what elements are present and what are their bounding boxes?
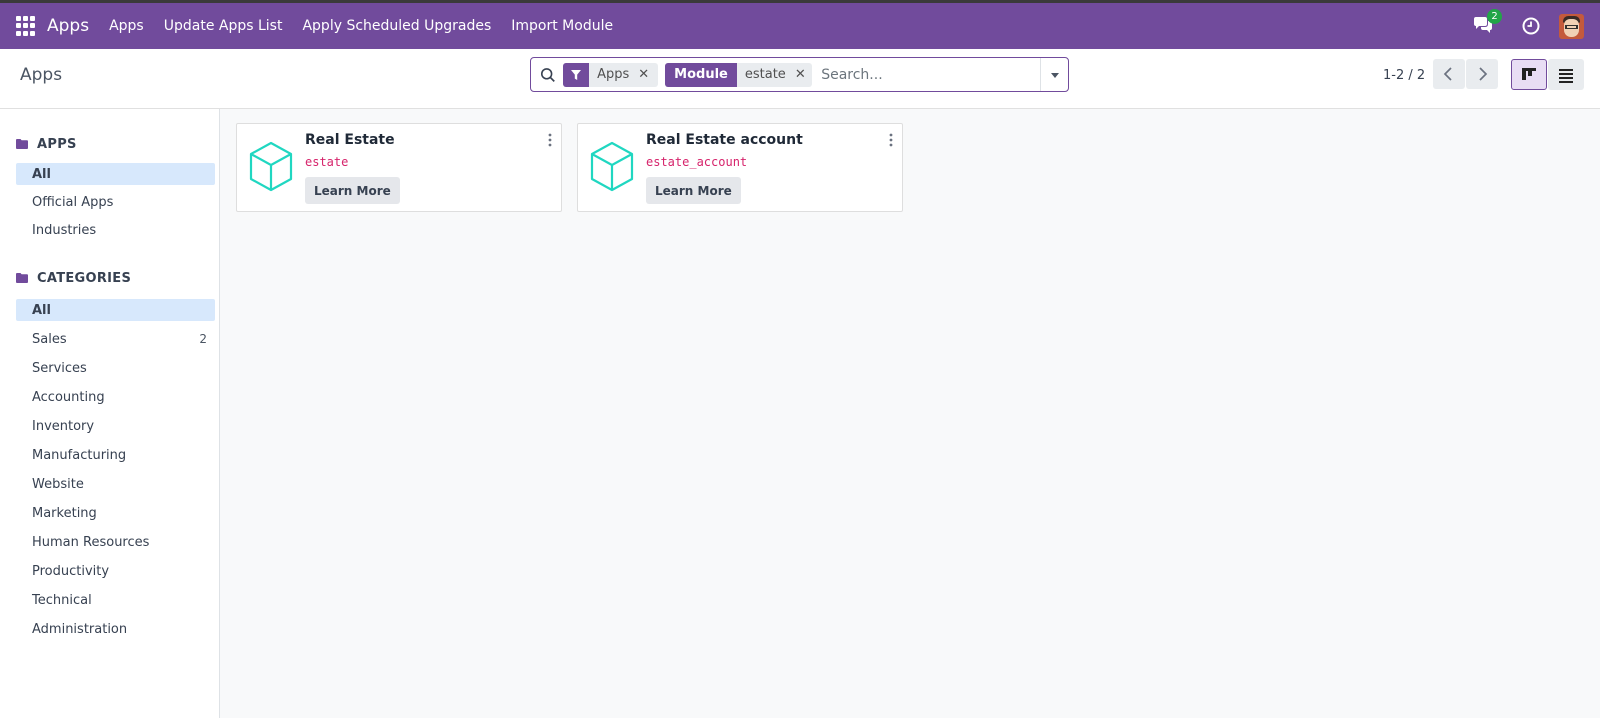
sidebar-item-administration[interactable]: Administration <box>16 618 215 640</box>
page-title: Apps <box>20 65 63 85</box>
sidebar-item-label: Inventory <box>32 418 95 434</box>
sidebar-item-label: Productivity <box>32 563 110 579</box>
sidebar-item-inventory[interactable]: Inventory <box>16 415 215 437</box>
card-menu-icon[interactable] <box>885 132 897 148</box>
apps-section-header: APPS <box>16 135 77 153</box>
chevron-right-icon <box>1479 67 1488 81</box>
menu-import-module[interactable]: Import Module <box>511 18 613 34</box>
kanban-icon <box>1522 68 1536 80</box>
sidebar-item-label: All <box>32 302 51 318</box>
search-input[interactable] <box>814 61 1041 88</box>
pager-previous-button[interactable] <box>1433 59 1465 89</box>
module-title: Real Estate <box>305 132 395 148</box>
folder-icon <box>16 139 28 149</box>
main-navbar: Apps Apps Update Apps List Apply Schedul… <box>0 0 1600 49</box>
sidebar-item-label: Administration <box>32 621 128 637</box>
sidebar-item-label: Accounting <box>32 389 105 405</box>
control-panel: Apps Apps ✕ Module estate ✕ 1-2 / 2 <box>0 49 1600 109</box>
list-icon <box>1559 69 1573 83</box>
search-options-toggle[interactable] <box>1040 58 1068 91</box>
sidebar-item-industries[interactable]: Industries <box>16 219 215 241</box>
avatar-glasses <box>1565 24 1578 29</box>
sidebar-item-label: Human Resources <box>32 534 150 550</box>
clock-icon[interactable] <box>1521 16 1541 36</box>
sidebar-item-label: Marketing <box>32 505 97 521</box>
card-menu-icon[interactable] <box>544 132 556 148</box>
sidebar-item-apps-all[interactable]: All <box>16 163 215 185</box>
sidebar-item-label: Industries <box>32 222 97 238</box>
folder-icon <box>16 273 28 283</box>
module-title: Real Estate account <box>646 132 803 148</box>
sidebar-item-label: Technical <box>32 592 92 608</box>
sidebar-item-sales[interactable]: Sales 2 <box>16 328 215 350</box>
module-facet-value: estate <box>744 67 786 82</box>
navbar-brand[interactable]: Apps <box>47 16 89 36</box>
sidebar-item-accounting[interactable]: Accounting <box>16 386 215 408</box>
filter-facet: Apps ✕ <box>562 62 659 87</box>
apps-grid-icon[interactable] <box>16 16 36 36</box>
module-technical-name: estate <box>305 155 349 169</box>
filter-icon <box>562 62 590 87</box>
module-cube-icon <box>249 141 293 192</box>
pager-value[interactable]: 1-2 / 2 <box>1383 68 1425 83</box>
sidebar-item-marketing[interactable]: Marketing <box>16 502 215 524</box>
sidebar-item-label: Manufacturing <box>32 447 127 463</box>
remove-module-facet-icon[interactable]: ✕ <box>794 67 812 82</box>
pager-next-button[interactable] <box>1466 59 1498 89</box>
learn-more-button[interactable]: Learn More <box>646 177 741 204</box>
filter-facet-value: Apps <box>597 67 630 82</box>
sidebar-item-label: Sales <box>32 331 67 347</box>
sidebar-item-human-resources[interactable]: Human Resources <box>16 531 215 553</box>
remove-filter-facet-icon[interactable]: ✕ <box>637 67 658 82</box>
sidebar-item-label: Website <box>32 476 84 492</box>
list-view-button[interactable] <box>1548 59 1584 90</box>
module-facet-label: Module <box>665 62 737 87</box>
sidebar-item-website[interactable]: Website <box>16 473 215 495</box>
sidebar-item-manufacturing[interactable]: Manufacturing <box>16 444 215 466</box>
learn-more-button[interactable]: Learn More <box>305 177 400 204</box>
chevron-left-icon <box>1443 67 1452 81</box>
chat-icon[interactable]: 2 <box>1473 9 1502 36</box>
sidebar-item-count: 2 <box>199 332 207 346</box>
menu-apply-scheduled-upgrades[interactable]: Apply Scheduled Upgrades <box>302 18 491 34</box>
kanban-view-button[interactable] <box>1511 59 1547 90</box>
sidebar-item-productivity[interactable]: Productivity <box>16 560 215 582</box>
user-avatar[interactable] <box>1559 13 1584 39</box>
menu-apps[interactable]: Apps <box>109 18 144 34</box>
search-bar[interactable]: Apps ✕ Module estate ✕ <box>530 57 1069 92</box>
module-card[interactable]: Real Estate estate Learn More <box>236 123 562 212</box>
chat-badge: 2 <box>1487 9 1502 24</box>
module-card[interactable]: Real Estate account estate_account Learn… <box>577 123 903 212</box>
sidebar-item-official-apps[interactable]: Official Apps <box>16 191 215 213</box>
search-icon <box>540 67 555 82</box>
module-cube-icon <box>590 141 634 192</box>
sidebar-item-technical[interactable]: Technical <box>16 589 215 611</box>
sidebar-item-label: Official Apps <box>32 194 114 210</box>
navbar-systray: 2 <box>1473 9 1600 39</box>
sidebar-item-label: All <box>32 166 51 182</box>
categories-section-header: CATEGORIES <box>16 269 131 287</box>
module-technical-name: estate_account <box>646 155 748 169</box>
kanban-content: Real Estate estate Learn More Real Estat… <box>221 109 1600 718</box>
search-panel: APPS All Official Apps Industries CATEGO… <box>0 109 220 718</box>
categories-section-title: CATEGORIES <box>37 270 132 286</box>
sidebar-item-label: Services <box>32 360 87 376</box>
module-facet: Module estate ✕ <box>665 62 813 87</box>
funnel-icon <box>570 69 581 80</box>
menu-update-apps-list[interactable]: Update Apps List <box>164 18 283 34</box>
sidebar-item-categories-all[interactable]: All <box>16 299 215 321</box>
sidebar-item-services[interactable]: Services <box>16 357 215 379</box>
apps-section-title: APPS <box>37 136 77 152</box>
